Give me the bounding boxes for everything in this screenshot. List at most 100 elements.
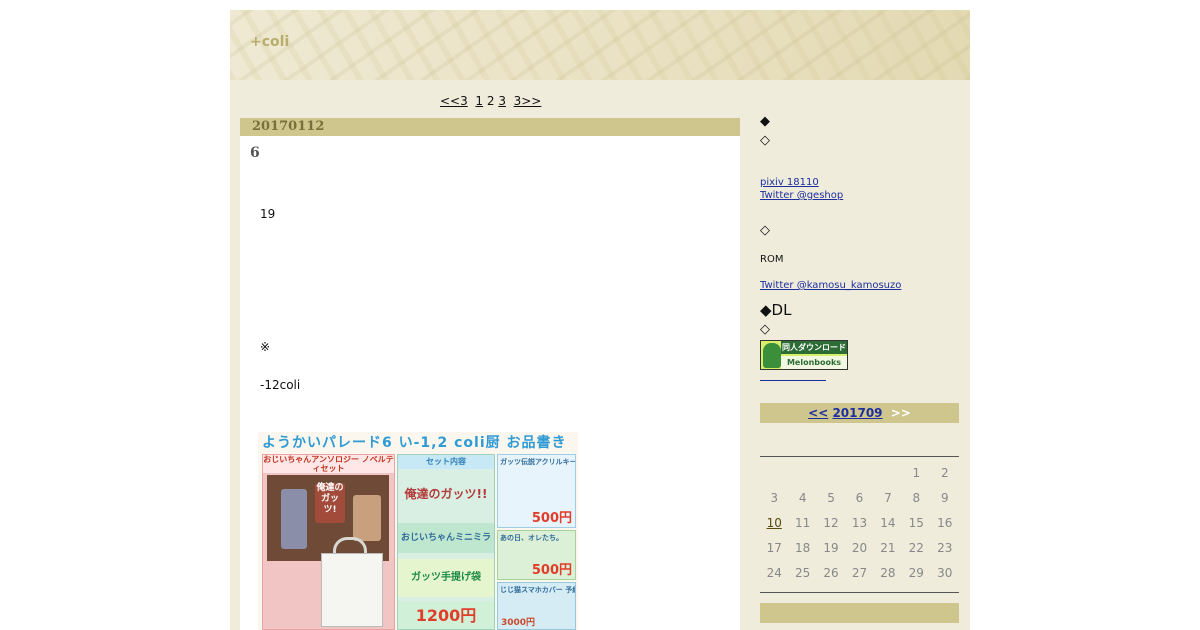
novelty-title-art: 俺達のガッツ! xyxy=(315,483,345,523)
calendar-day: 29 xyxy=(908,565,924,580)
calendar-prev-link[interactable]: << xyxy=(808,406,828,420)
flyer-novelty-header: おじいちゃんアンソロジー ノベルティセット xyxy=(263,455,394,473)
calendar-day[interactable]: 10 xyxy=(760,510,788,535)
calendar-day: 26 xyxy=(823,565,839,580)
calendar-day: 23 xyxy=(937,540,953,555)
pager-next-link[interactable]: 3>> xyxy=(514,94,542,108)
calendar-divider xyxy=(760,592,959,593)
calendar-next: >> xyxy=(890,406,911,420)
pixiv-link[interactable]: pixiv 18110 xyxy=(760,177,819,188)
calendar-day: 6 xyxy=(855,490,864,505)
calendar-day: 11 xyxy=(794,515,811,530)
rom-text: ROM xyxy=(760,254,784,265)
flyer-header: ようかいパレード6 い-1,2 coli厨 お品書き xyxy=(258,432,578,454)
post-paragraph: 19 xyxy=(260,207,276,221)
post-paragraph: ※ xyxy=(260,340,271,354)
calendar-day: 13 xyxy=(851,515,868,530)
flyer-keyholder-price: 500円 xyxy=(531,511,572,526)
post-date: 20170112 xyxy=(252,119,325,134)
calendar-day: 9 xyxy=(940,490,949,505)
flyer-photobook-price: 500円 xyxy=(531,563,572,578)
flyer-novelty-panel: おじいちゃんアンソロジー ノベルティセット 俺達のガッツ! xyxy=(262,454,395,630)
flyer-set-price: 1200円 xyxy=(398,601,494,629)
calendar-month-link[interactable]: 201709 xyxy=(832,406,882,420)
calendar-week-row: 17 18 19 20 21 22 23 xyxy=(760,535,959,560)
pagination: <<3 1 2 3 3>> xyxy=(440,94,541,108)
calendar-day: 18 xyxy=(794,540,811,555)
calendar-day: 3 xyxy=(770,490,779,505)
flyer-novelty-art: 俺達のガッツ! xyxy=(267,475,389,561)
pager-prev-link[interactable]: <<3 xyxy=(440,94,468,108)
calendar-day: 5 xyxy=(827,490,835,505)
banner-link-underline[interactable] xyxy=(760,380,826,381)
tote-bag-illustration xyxy=(321,553,383,627)
calendar-day: 4 xyxy=(798,490,807,505)
flyer-set-panel: セット内容 俺達のガッツ!! おじいちゃんミニミラー ガッツ手提げ袋 1200円 xyxy=(397,454,495,630)
calendar-day: 25 xyxy=(794,565,811,580)
calendar-day: 21 xyxy=(880,540,896,555)
calendar-day: 8 xyxy=(912,490,921,505)
pager-page-1-link[interactable]: 1 xyxy=(475,94,483,108)
figure-illustration xyxy=(281,489,307,549)
calendar-day: 17 xyxy=(766,540,782,555)
flyer-bag-label: ガッツ手提げ袋 xyxy=(398,559,494,597)
calendar-empty-cell xyxy=(788,460,816,485)
calendar-day: 30 xyxy=(937,565,953,580)
pager-page-3-link[interactable]: 3 xyxy=(498,94,506,108)
calendar-week-row: 3 4 5 6 7 8 9 xyxy=(760,485,959,510)
flyer-keyholder-panel: ガッツ伝説アクリルキーホルダー 500円 xyxy=(497,454,576,528)
site-title[interactable]: +coli xyxy=(250,34,289,50)
calendar-day: 19 xyxy=(823,540,839,555)
calendar-day: 14 xyxy=(880,515,896,530)
calendar-day: 28 xyxy=(880,565,896,580)
calendar-week-row: 10 11 12 13 14 15 16 xyxy=(760,510,959,535)
section-subheading: ◇ xyxy=(760,223,770,238)
calendar-header: << 201709 >> xyxy=(760,403,959,423)
calendar-day: 15 xyxy=(908,515,924,530)
calendar-day: 20 xyxy=(851,540,868,555)
banner-top-text: 同人ダウンロード xyxy=(781,341,847,354)
flyer-keyholder-label: ガッツ伝説アクリルキーホルダー xyxy=(500,458,576,466)
calendar-empty-cell xyxy=(817,460,845,485)
flyer-photobook-panel: あの日、オレたち。 500円 xyxy=(497,530,576,580)
event-flyer-image[interactable]: ようかいパレード6 い-1,2 coli厨 お品書き おじいちゃんアンソロジー … xyxy=(258,432,578,630)
calendar-grid: 1 2 3 4 5 6 7 8 9 10 11 12 13 14 15 16 17 18 19 20 21 22 23 24 2… xyxy=(760,460,959,585)
calendar-empty-cell xyxy=(874,460,902,485)
calendar-day: 27 xyxy=(851,565,868,580)
section-subheading: ◇ xyxy=(760,133,770,148)
banner-character-icon xyxy=(763,343,781,368)
calendar-day: 22 xyxy=(908,540,924,555)
post-body: 6 19 ※ -12coli ようかいパレード6 い-1,2 coli厨 お品書… xyxy=(240,136,740,630)
calendar-empty-cell xyxy=(845,460,873,485)
flyer-set-header: セット内容 xyxy=(398,455,494,469)
flyer-phonecase-label: じじ猫スマホカバー 予約限定 xyxy=(500,586,575,594)
calendar-empty-cell xyxy=(760,460,788,485)
flyer-set-logo: 俺達のガッツ!! xyxy=(404,487,488,501)
calendar-divider xyxy=(760,456,959,457)
page-container: +coli <<3 1 2 3 3>> 20170112 6 19 ※ -12c… xyxy=(230,10,970,630)
flyer-photobook-label: あの日、オレたち。 xyxy=(500,534,563,542)
calendar-week-row: 24 25 26 27 28 29 30 xyxy=(760,560,959,585)
calendar-day: 16 xyxy=(937,515,953,530)
calendar-day: 7 xyxy=(884,490,892,505)
flyer-phonecase-price: 3000円 xyxy=(501,618,536,628)
twitter-geshop-link[interactable]: Twitter @geshop xyxy=(760,190,843,201)
calendar-week-row: 12 xyxy=(760,460,959,485)
calendar-day: 12 xyxy=(823,515,839,530)
flyer-mirror-label: おじいちゃんミニミラー xyxy=(398,523,494,573)
section-mark: ◆ xyxy=(760,114,770,129)
calendar-day: 1 xyxy=(912,465,921,480)
calendar-day: 24 xyxy=(766,565,782,580)
site-header: +coli xyxy=(230,10,970,80)
twitter-kamosu-link[interactable]: Twitter @kamosu_kamosuzo xyxy=(760,280,901,291)
dl-section-title: ◆DL xyxy=(760,301,792,319)
melonbooks-dl-banner[interactable]: 同人ダウンロード Melonbooks DL xyxy=(760,340,848,370)
post-title[interactable]: 6 xyxy=(250,145,260,161)
flyer-phonecase-panel: じじ猫スマホカバー 予約限定 3000円 xyxy=(497,582,576,630)
pager-current-page: 2 xyxy=(486,94,495,108)
banner-bottom-text: Melonbooks DL xyxy=(781,356,847,369)
sidebar: ◆ ◇ pixiv 18110 Twitter @geshop ◇ ROM Tw… xyxy=(760,100,960,630)
dl-subheading: ◇ xyxy=(760,322,770,337)
post-paragraph: -12coli xyxy=(260,378,301,392)
post-date-bar: 20170112 xyxy=(240,118,740,136)
